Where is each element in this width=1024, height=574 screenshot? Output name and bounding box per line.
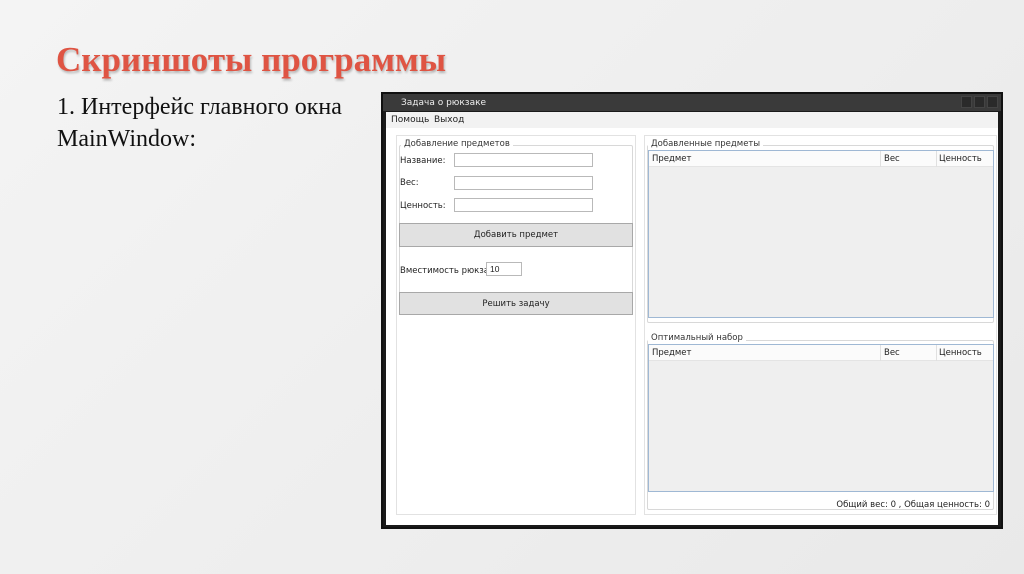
column-weight[interactable]: Вес <box>884 154 900 164</box>
value-input[interactable] <box>454 198 593 212</box>
weight-label: Вес: <box>400 178 419 188</box>
column-item[interactable]: Предмет <box>652 154 692 164</box>
value-label: Ценность: <box>400 201 446 211</box>
window-titlebar: Задача о рюкзаке <box>383 94 1001 111</box>
list-header: Предмет Вес Ценность <box>649 345 993 361</box>
window-title: Задача о рюкзаке <box>401 98 487 108</box>
left-panel: Добавление предметов Название: Вес: Ценн… <box>396 135 636 515</box>
list-header: Предмет Вес Ценность <box>649 151 993 167</box>
name-label: Название: <box>400 156 446 166</box>
added-items-list[interactable]: Предмет Вес Ценность <box>648 150 994 318</box>
slide-body-line-2: MainWindow: <box>57 126 197 152</box>
main-window-screenshot: Задача о рюкзаке Помощь Выход Добавление… <box>381 92 1003 529</box>
capacity-input[interactable] <box>486 262 522 276</box>
column-value[interactable]: Ценность <box>939 348 982 358</box>
minimize-icon[interactable] <box>961 96 972 108</box>
menu-exit[interactable]: Выход <box>434 115 464 125</box>
optimal-set-legend: Оптимальный набор <box>648 333 746 343</box>
totals-status: Общий вес: 0 , Общая ценность: 0 <box>836 500 990 510</box>
add-item-button[interactable]: Добавить предмет <box>399 223 633 247</box>
weight-input[interactable] <box>454 176 593 190</box>
column-weight[interactable]: Вес <box>884 348 900 358</box>
menu-bar: Помощь Выход <box>386 112 998 128</box>
column-item[interactable]: Предмет <box>652 348 692 358</box>
slide-body-line-1: 1. Интерфейс главного окна <box>57 94 342 120</box>
column-value[interactable]: Ценность <box>939 154 982 164</box>
add-items-legend: Добавление предметов <box>401 139 513 149</box>
close-icon[interactable] <box>987 96 998 108</box>
right-panel: Добавленные предметы Предмет Вес Ценност… <box>644 135 997 515</box>
slide-title: Скриншоты программы <box>56 40 447 79</box>
window-content: Добавление предметов Название: Вес: Ценн… <box>386 128 998 525</box>
solve-button[interactable]: Решить задачу <box>399 292 633 315</box>
optimal-set-list[interactable]: Предмет Вес Ценность <box>648 344 994 492</box>
maximize-icon[interactable] <box>974 96 985 108</box>
name-input[interactable] <box>454 153 593 167</box>
menu-help[interactable]: Помощь <box>391 115 429 125</box>
added-items-legend: Добавленные предметы <box>648 139 764 149</box>
